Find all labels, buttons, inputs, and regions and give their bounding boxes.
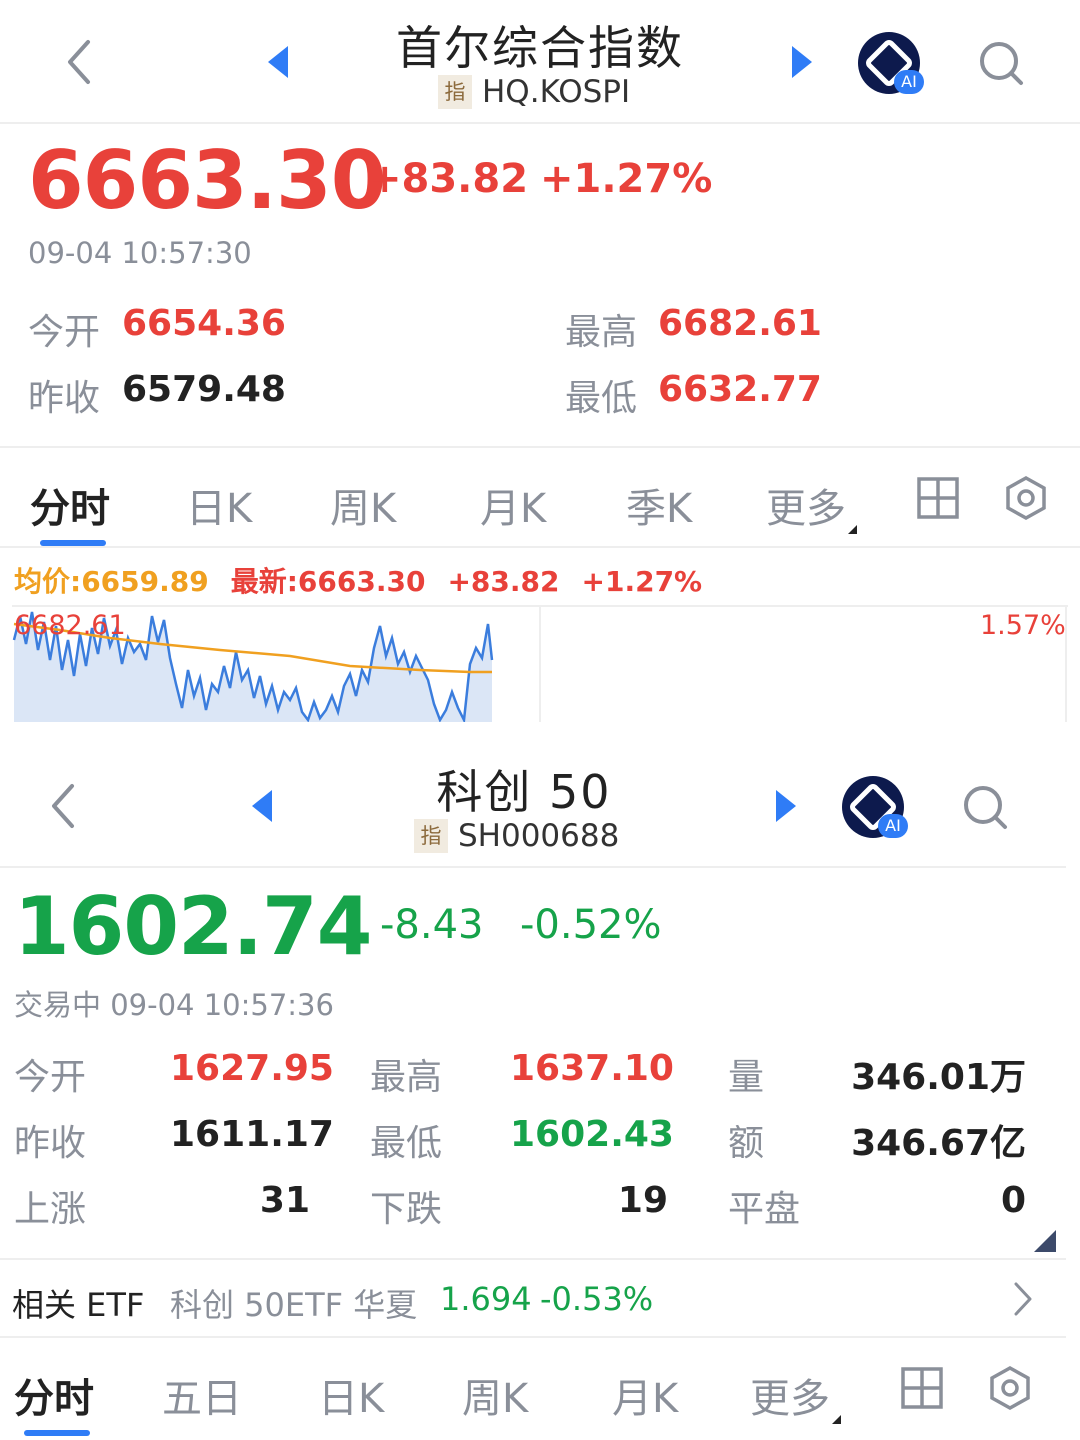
tab-monthly-k[interactable]: 月K — [612, 1366, 678, 1424]
grid-layout-icon[interactable] — [916, 476, 960, 520]
current-price: 1602.74 — [14, 880, 372, 973]
tab-intraday[interactable]: 分时 — [30, 476, 110, 534]
settings-hex-icon[interactable] — [1004, 476, 1048, 520]
tab-more-label: 更多 — [766, 486, 846, 532]
low-value: 6632.77 — [658, 369, 822, 410]
kcb50-header: 科创 50 指 SH000688 AI — [0, 744, 1080, 866]
legend-change: +83.82 — [447, 565, 560, 598]
tab-intraday[interactable]: 分时 — [14, 1366, 94, 1424]
high-label: 最高 — [370, 1057, 443, 1098]
tab-monthly-k[interactable]: 月K — [480, 476, 546, 534]
page-title: 科创 50 — [436, 765, 612, 819]
timestamp: 交易中 09-04 10:57:36 — [14, 988, 334, 1022]
chart-legend: 均价:6659.89 最新:6663.30 +83.82 +1.27% — [14, 560, 724, 600]
prev-triangle-icon[interactable] — [268, 46, 288, 78]
related-etf-row[interactable]: 相关 ETF 科创 50ETF 华夏 1.694 -0.53% — [0, 1260, 1066, 1336]
prev-close-value: 6579.48 — [122, 369, 286, 410]
tabs-divider — [0, 546, 1080, 548]
ai-tag: AI — [878, 814, 908, 838]
prev-close-label: 昨收 — [28, 378, 101, 419]
advancers-value: 31 — [259, 1180, 310, 1221]
prev-close-value: 1611.17 — [170, 1114, 334, 1155]
timestamp: 09-04 10:57:30 — [28, 236, 252, 270]
back-arrow-icon[interactable] — [48, 782, 78, 830]
index-badge: 指 — [438, 75, 472, 109]
avg-price-legend: 均价:6659.89 — [14, 565, 209, 598]
amount-label: 额 — [728, 1123, 765, 1164]
dropdown-corner-icon — [832, 1415, 841, 1424]
high-value: 6682.61 — [658, 303, 822, 344]
tab-weekly-k[interactable]: 周K — [330, 476, 396, 534]
amount-value: 346.67亿 — [851, 1123, 1026, 1164]
decliners-value: 19 — [617, 1180, 668, 1221]
decliners-label: 下跌 — [370, 1189, 443, 1230]
etf-change-pct: -0.53% — [540, 1280, 654, 1318]
index-code-text: SH000688 — [458, 818, 620, 854]
unchanged-value: 0 — [1000, 1180, 1026, 1221]
open-value: 6654.36 — [122, 303, 286, 344]
high-label: 最高 — [565, 312, 638, 353]
price-change: -8.43 — [380, 902, 484, 948]
legend-change-pct: +1.27% — [581, 565, 703, 598]
page-title: 首尔综合指数 — [396, 21, 684, 75]
tab-daily-k[interactable]: 日K — [318, 1366, 384, 1424]
index-badge: 指 — [414, 819, 448, 853]
etf-price: 1.694 — [440, 1280, 532, 1318]
unchanged-label: 平盘 — [728, 1189, 801, 1230]
back-arrow-icon[interactable] — [64, 38, 94, 86]
intraday-chart[interactable] — [0, 600, 1080, 722]
tab-quarterly-k[interactable]: 季K — [626, 476, 692, 534]
dropdown-corner-icon — [848, 525, 857, 534]
price-change: +83.82 — [368, 156, 529, 202]
low-value: 1602.43 — [510, 1114, 674, 1155]
next-triangle-icon[interactable] — [792, 46, 812, 78]
volume-label: 量 — [728, 1057, 765, 1098]
tab-daily-k[interactable]: 日K — [186, 476, 252, 534]
open-label: 今开 — [14, 1057, 87, 1098]
latest-price-legend: 最新:6663.30 — [230, 565, 426, 598]
prev-triangle-icon[interactable] — [252, 790, 272, 822]
price-change-pct: -0.52% — [520, 902, 662, 948]
grid-layout-icon[interactable] — [900, 1366, 944, 1410]
index-code: 指 SH000688 — [414, 818, 619, 854]
advancers-label: 上涨 — [14, 1189, 87, 1230]
high-value: 1637.10 — [510, 1048, 674, 1089]
tab-more[interactable]: 更多 — [750, 1366, 841, 1424]
ai-assistant-icon[interactable]: AI — [842, 776, 908, 838]
etf-name: 科创 50ETF 华夏 — [170, 1286, 418, 1324]
open-value: 1627.95 — [170, 1048, 334, 1089]
low-label: 最低 — [565, 378, 638, 419]
tab-weekly-k[interactable]: 周K — [462, 1366, 528, 1424]
search-icon[interactable] — [962, 784, 1008, 830]
index-code-text: HQ.KOSPI — [482, 74, 631, 110]
index-code: 指 HQ.KOSPI — [438, 74, 630, 110]
price-change-pct: +1.27% — [540, 156, 713, 202]
low-label: 最低 — [370, 1123, 443, 1164]
next-triangle-icon[interactable] — [776, 790, 796, 822]
chart-pct-label: 1.57% — [980, 610, 1066, 641]
kcb50-chart-tabs: 分时 五日 日K 周K 月K 更多 — [0, 1338, 1080, 1438]
settings-hex-icon[interactable] — [988, 1366, 1032, 1410]
current-price: 6663.30 — [28, 134, 386, 227]
tab-more[interactable]: 更多 — [766, 476, 857, 534]
volume-value: 346.01万 — [851, 1057, 1026, 1098]
header-divider — [0, 122, 1080, 124]
prev-close-label: 昨收 — [14, 1123, 87, 1164]
expand-corner-icon[interactable] — [1034, 1230, 1056, 1252]
search-icon[interactable] — [978, 40, 1024, 86]
chevron-right-icon — [1014, 1282, 1032, 1316]
open-label: 今开 — [28, 312, 101, 353]
tab-five-day[interactable]: 五日 — [162, 1366, 242, 1424]
header-divider — [0, 866, 1066, 868]
ai-tag: AI — [894, 70, 924, 94]
ai-assistant-icon[interactable]: AI — [858, 32, 924, 94]
active-tab-underline — [24, 1430, 90, 1436]
kospi-header: 首尔综合指数 指 HQ.KOSPI AI — [0, 0, 1080, 122]
kospi-chart-tabs: 分时 日K 周K 月K 季K 更多 — [0, 448, 1080, 548]
tab-more-label: 更多 — [750, 1376, 830, 1422]
chart-high-label: 6682.61 — [14, 610, 126, 641]
etf-label: 相关 ETF — [12, 1286, 145, 1324]
